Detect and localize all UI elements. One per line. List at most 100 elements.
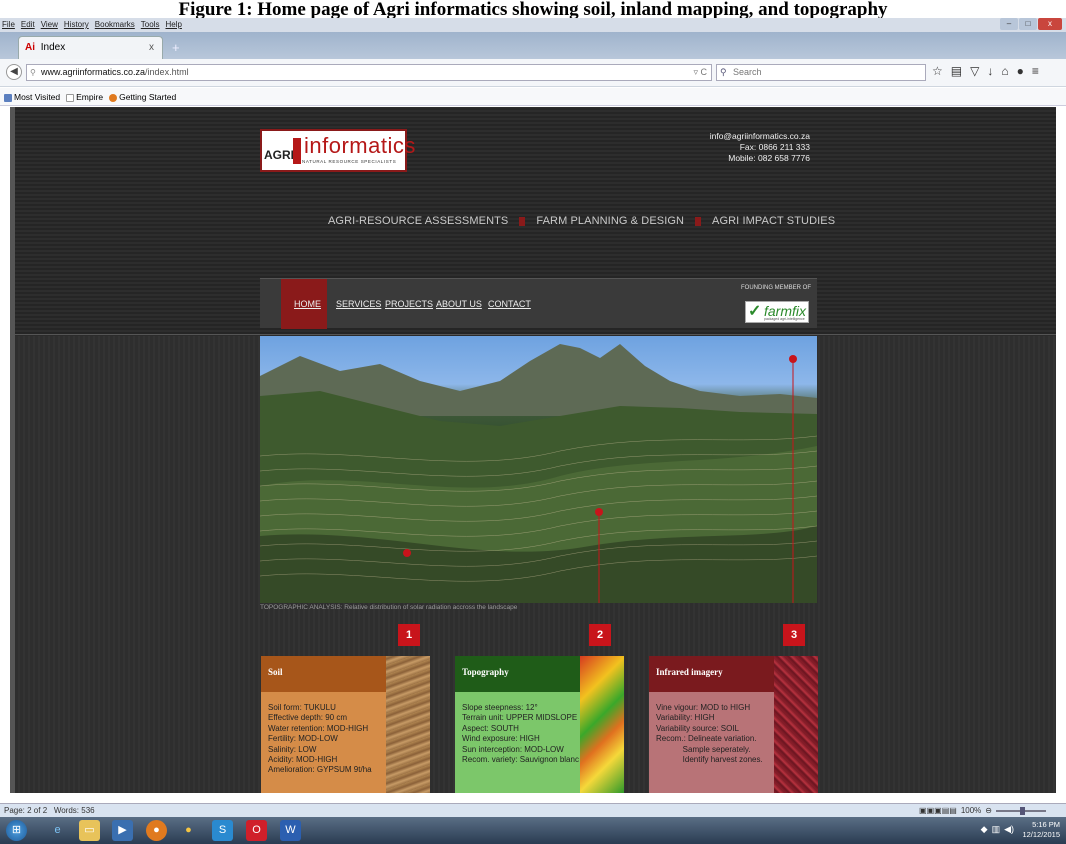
url-bar[interactable]: ⚲ www.agriinformatics.co.za/index.html ▿… — [26, 64, 712, 81]
system-tray: ◆ ▥ ◀) — [981, 824, 1014, 835]
bookmark-label: Getting Started — [119, 92, 177, 102]
url-domain: www.agriinformatics.co.za — [41, 67, 146, 77]
search-placeholder: Search — [733, 67, 762, 77]
tab-title: Index — [40, 42, 66, 53]
close-window-button[interactable]: x — [1038, 18, 1062, 30]
nav-services[interactable]: SERVICES — [336, 299, 381, 309]
service-agri-resource[interactable]: AGRI-RESOURCE ASSESSMENTS — [328, 215, 508, 227]
bookmark-getting-started[interactable]: Getting Started — [109, 88, 176, 105]
menu-tools[interactable]: Tools — [141, 18, 160, 32]
nav-projects[interactable]: PROJECTS — [385, 299, 433, 309]
page-icon — [66, 93, 75, 102]
reload-icon[interactable]: ▿ C — [693, 65, 707, 80]
menu-bar: File Edit View History Bookmarks Tools H… — [0, 18, 1066, 32]
app-icon[interactable]: ● — [178, 820, 199, 841]
nav-about-us[interactable]: ABOUT US — [436, 299, 482, 309]
pocket-icon[interactable]: ▽ — [970, 64, 979, 78]
logo-tagline: NATURAL RESOURCE SPECIALISTS — [302, 159, 397, 164]
zoom-knob[interactable] — [1020, 806, 1025, 815]
hero-caption: TOPOGRAPHIC ANALYSIS: Relative distribut… — [260, 604, 518, 611]
word-icon[interactable]: W — [280, 820, 301, 841]
internet-explorer-icon[interactable]: e — [47, 820, 68, 841]
landscape-illustration — [260, 344, 817, 603]
firefox-icon — [109, 93, 118, 102]
site-favicon-icon: Ai — [25, 42, 35, 53]
card-details: Vine vigour: MOD to HIGH Variability: HI… — [649, 692, 774, 793]
soil-card[interactable]: Soil Soil form: TUKULU Effective depth: … — [261, 656, 430, 793]
minimize-button[interactable]: – — [1000, 18, 1018, 30]
tab-index[interactable]: Ai Index x — [18, 36, 163, 59]
menu-bookmarks[interactable]: Bookmarks — [95, 18, 135, 32]
contact-email[interactable]: info@agriinformatics.co.za — [710, 131, 810, 142]
tab-bar: Ai Index x + — [0, 32, 1066, 59]
start-button-icon[interactable]: ⊞ — [6, 820, 27, 841]
bookmark-star-icon[interactable]: ☆ — [932, 64, 943, 78]
volume-icon[interactable]: ◀) — [1004, 824, 1014, 835]
nav-contact[interactable]: CONTACT — [488, 299, 531, 309]
menu-file[interactable]: File — [2, 18, 15, 32]
back-arrow-icon[interactable]: ◀ — [6, 64, 22, 80]
agri-informatics-logo[interactable]: AGRI informatics NATURAL RESOURCE SPECIA… — [260, 129, 415, 172]
download-icon[interactable]: ↓ — [987, 64, 993, 78]
menu-history[interactable]: History — [64, 18, 89, 32]
services-strip: AGRI-RESOURCE ASSESSMENTS FARM PLANNING … — [328, 215, 835, 227]
word-status-bar: Page: 2 of 2 Words: 536 ▣▣▣▤▤ 100% ⊖ — [0, 803, 1066, 817]
founding-member-label: FOUNDING MEMBER OF — [741, 285, 811, 291]
separator — [695, 216, 702, 226]
tray-app-icon[interactable]: ◆ — [981, 824, 988, 835]
contact-details: info@agriinformatics.co.za Fax: 0866 211… — [710, 131, 810, 164]
toolbar-icons: ☆ ▤ ▽ ↓ ⌂ ● ≡ — [932, 64, 1039, 78]
skype-icon[interactable]: S — [212, 820, 233, 841]
system-clock[interactable]: 5:16 PM 12/12/2015 — [1022, 820, 1060, 840]
search-icon: ⚲ — [720, 67, 727, 77]
bookmark-empire[interactable]: Empire — [66, 88, 103, 105]
menu-help[interactable]: Help — [165, 18, 181, 32]
check-icon: ✓ — [748, 303, 762, 320]
card-title: Infrared imagery — [649, 656, 774, 692]
contact-fax: Fax: 0866 211 333 — [739, 142, 810, 152]
figure-caption: Figure 1: Home page of Agri informatics … — [178, 0, 888, 18]
bookmark-label: Empire — [76, 92, 104, 102]
soil-profile-image — [386, 656, 430, 793]
zoom-out-icon[interactable]: ⊖ — [985, 804, 992, 817]
zoom-level[interactable]: 100% — [961, 804, 981, 817]
folder-icon — [4, 93, 12, 102]
nav-home[interactable]: HOME — [294, 299, 321, 309]
main-nav: HOME SERVICES PROJECTS ABOUT US CONTACT … — [260, 278, 817, 329]
bookmark-most-visited[interactable]: Most Visited — [4, 88, 60, 105]
zoom-controls: ▣▣▣▤▤ 100% ⊖ — [919, 804, 1046, 817]
menu-view[interactable]: View — [41, 18, 58, 32]
slope-map-image — [580, 656, 624, 793]
contact-mobile: Mobile: 082 658 7776 — [728, 153, 810, 163]
view-buttons-icon[interactable]: ▣▣▣▤▤ — [919, 804, 957, 817]
topography-card[interactable]: Topography Slope steepness: 12° Terrain … — [455, 656, 624, 793]
file-explorer-icon[interactable]: ▭ — [79, 820, 100, 841]
logo-agri: AGRI — [264, 148, 294, 162]
maximize-button[interactable]: □ — [1019, 18, 1037, 30]
marker-1[interactable]: 1 — [398, 624, 420, 646]
hamburger-menu-icon[interactable]: ≡ — [1032, 64, 1039, 78]
marker-3[interactable]: 3 — [783, 624, 805, 646]
menu-edit[interactable]: Edit — [21, 18, 35, 32]
media-player-icon[interactable]: ▶ — [112, 820, 133, 841]
service-impact-studies[interactable]: AGRI IMPACT STUDIES — [712, 215, 835, 227]
page-count[interactable]: Page: 2 of 2 — [4, 806, 47, 815]
opera-icon[interactable]: O — [246, 820, 267, 841]
zoom-slider[interactable] — [996, 806, 1046, 815]
card-title: Topography — [455, 656, 580, 692]
firefox-taskbar-icon[interactable]: ● — [146, 820, 167, 841]
word-count[interactable]: Words: 536 — [54, 806, 95, 815]
service-farm-planning[interactable]: FARM PLANNING & DESIGN — [536, 215, 684, 227]
chat-icon[interactable]: ● — [1017, 64, 1024, 78]
new-tab-button[interactable]: + — [172, 40, 180, 55]
farmfix-logo[interactable]: ✓ farmfix packaged agri-intelligence — [745, 301, 809, 323]
marker-2[interactable]: 2 — [589, 624, 611, 646]
home-icon[interactable]: ⌂ — [1001, 64, 1008, 78]
bookmark-label: Most Visited — [14, 92, 61, 102]
network-icon[interactable]: ▥ — [992, 824, 1001, 835]
site-info-icon[interactable]: ⚲ — [30, 65, 36, 80]
reading-list-icon[interactable]: ▤ — [951, 64, 962, 78]
tab-close-icon[interactable]: x — [149, 37, 154, 59]
infrared-card[interactable]: Infrared imagery Vine vigour: MOD to HIG… — [649, 656, 818, 793]
search-input[interactable]: ⚲ Search — [716, 64, 926, 81]
